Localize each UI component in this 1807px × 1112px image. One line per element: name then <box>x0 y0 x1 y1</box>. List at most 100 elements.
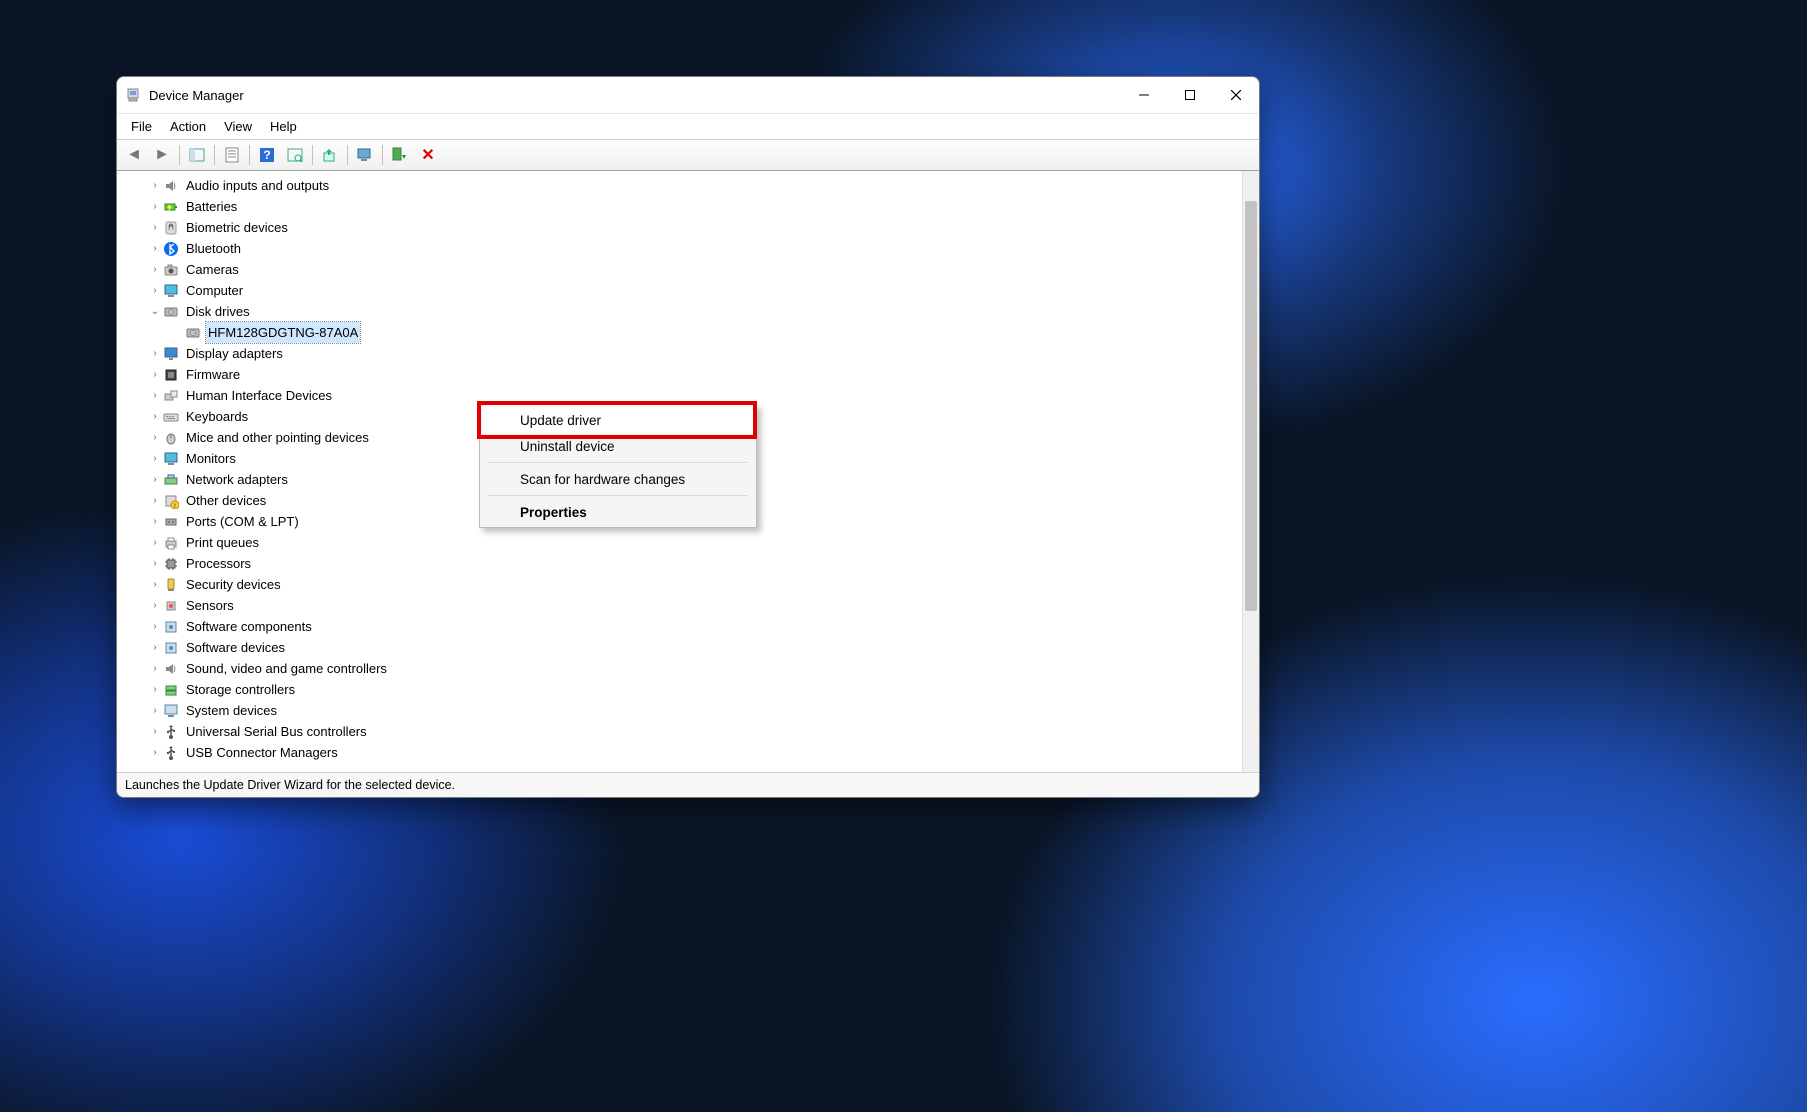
tree-node[interactable]: › Sensors <box>137 595 1242 616</box>
chevron-right-icon[interactable]: › <box>149 427 161 448</box>
chevron-right-icon[interactable]: › <box>149 574 161 595</box>
back-button[interactable]: ◄ <box>121 142 147 168</box>
chevron-right-icon[interactable]: › <box>149 700 161 721</box>
chevron-right-icon[interactable]: › <box>149 616 161 637</box>
tree-node[interactable]: › Biometric devices <box>137 217 1242 238</box>
monitor-enable-icon <box>357 147 373 163</box>
tree-node-label: Bluetooth <box>184 238 243 259</box>
chevron-right-icon[interactable]: › <box>149 175 161 196</box>
chevron-right-icon[interactable]: › <box>149 406 161 427</box>
properties-button[interactable] <box>219 142 245 168</box>
show-hide-tree-button[interactable] <box>184 142 210 168</box>
tree-node[interactable]: ›Security devices <box>137 574 1242 595</box>
close-button[interactable] <box>1213 77 1259 113</box>
tree-node[interactable]: › Audio inputs and outputs <box>137 175 1242 196</box>
chevron-right-icon[interactable]: › <box>149 595 161 616</box>
tree-node[interactable]: ›Firmware <box>137 364 1242 385</box>
disk-icon <box>163 304 179 320</box>
chevron-right-icon[interactable]: › <box>149 637 161 658</box>
disk-icon <box>185 325 201 341</box>
menu-action[interactable]: Action <box>162 117 214 136</box>
chevron-right-icon[interactable]: › <box>149 658 161 679</box>
tree-node-label: Network adapters <box>184 469 290 490</box>
forward-button[interactable]: ► <box>149 142 175 168</box>
tree-node[interactable]: ›Human Interface Devices <box>137 385 1242 406</box>
chevron-right-icon[interactable]: › <box>149 448 161 469</box>
tree-node[interactable]: HFM128GDGTNG-87A0A <box>137 322 1242 343</box>
camera-icon <box>163 262 179 278</box>
x-remove-icon: ✕ <box>421 145 434 165</box>
tree-node[interactable]: ›Sound, video and game controllers <box>137 658 1242 679</box>
tree-node-label: Biometric devices <box>184 217 290 238</box>
scan-button[interactable] <box>282 142 308 168</box>
chevron-right-icon[interactable]: › <box>149 511 161 532</box>
status-text: Launches the Update Driver Wizard for th… <box>125 778 455 792</box>
bluetooth-icon <box>163 241 179 257</box>
chevron-right-icon[interactable]: › <box>149 259 161 280</box>
chevron-right-icon[interactable]: › <box>149 469 161 490</box>
svg-text:?: ? <box>263 148 270 162</box>
title-bar[interactable]: Device Manager <box>117 77 1259 113</box>
chevron-right-icon[interactable]: › <box>149 490 161 511</box>
context-menu-item[interactable]: Properties <box>482 499 754 525</box>
tree-node[interactable]: › Print queues <box>137 532 1242 553</box>
tree-node[interactable]: ›USB Connector Managers <box>137 742 1242 763</box>
tree-node-label: Computer <box>184 280 245 301</box>
system-icon <box>163 703 179 719</box>
tree-node[interactable]: ›Display adapters <box>137 343 1242 364</box>
chevron-right-icon[interactable]: › <box>149 532 161 553</box>
menu-file[interactable]: File <box>123 117 160 136</box>
tree-node[interactable]: › Bluetooth <box>137 238 1242 259</box>
enable-device-button[interactable] <box>352 142 378 168</box>
chevron-right-icon[interactable]: › <box>149 238 161 259</box>
tree-node-label: Cameras <box>184 259 241 280</box>
update-driver-button[interactable] <box>317 142 343 168</box>
window-title: Device Manager <box>149 88 244 103</box>
chevron-right-icon[interactable]: › <box>149 364 161 385</box>
tree-node[interactable]: ›Software devices <box>137 637 1242 658</box>
maximize-button[interactable] <box>1167 77 1213 113</box>
disable-device-button[interactable] <box>387 142 413 168</box>
status-bar: Launches the Update Driver Wizard for th… <box>117 773 1259 797</box>
chevron-right-icon[interactable]: › <box>149 217 161 238</box>
context-menu-item[interactable]: Scan for hardware changes <box>482 466 754 492</box>
tree-node[interactable]: ›Processors <box>137 553 1242 574</box>
other-icon: ! <box>163 493 179 509</box>
device-down-icon <box>392 147 408 163</box>
chevron-right-icon[interactable]: › <box>149 385 161 406</box>
tree-node[interactable]: ›Software components <box>137 616 1242 637</box>
help-button[interactable]: ? <box>254 142 280 168</box>
chevron-right-icon[interactable]: › <box>149 343 161 364</box>
context-menu-item[interactable]: Update driver <box>482 407 754 433</box>
uninstall-device-button[interactable]: ✕ <box>415 142 441 168</box>
tree-node[interactable]: ›System devices <box>137 700 1242 721</box>
tree-node-label: HFM128GDGTNG-87A0A <box>206 322 360 343</box>
scrollbar-thumb[interactable] <box>1245 201 1257 611</box>
chevron-right-icon[interactable]: › <box>149 742 161 763</box>
chevron-right-icon[interactable]: › <box>149 280 161 301</box>
tree-node-label: Batteries <box>184 196 239 217</box>
display-icon <box>163 346 179 362</box>
chevron-right-icon[interactable]: › <box>149 196 161 217</box>
context-menu-item[interactable]: Uninstall device <box>482 433 754 459</box>
arrow-right-icon: ► <box>154 146 170 164</box>
chevron-down-icon[interactable]: ⌄ <box>149 301 161 322</box>
tree-node[interactable]: › Cameras <box>137 259 1242 280</box>
menu-help[interactable]: Help <box>262 117 305 136</box>
chevron-right-icon[interactable]: › <box>149 721 161 742</box>
chevron-right-icon[interactable]: › <box>149 553 161 574</box>
tree-node-label: Keyboards <box>184 406 250 427</box>
tree-node[interactable]: › Computer <box>137 280 1242 301</box>
tree-node-label: Sensors <box>184 595 236 616</box>
minimize-button[interactable] <box>1121 77 1167 113</box>
tree-node-label: Print queues <box>184 532 261 553</box>
tree-node[interactable]: ⌄Disk drives <box>137 301 1242 322</box>
tree-node[interactable]: ›Universal Serial Bus controllers <box>137 721 1242 742</box>
tree-node[interactable]: ›Storage controllers <box>137 679 1242 700</box>
tree-node-label: Audio inputs and outputs <box>184 175 331 196</box>
tree-node[interactable]: › Batteries <box>137 196 1242 217</box>
menu-view[interactable]: View <box>216 117 260 136</box>
chevron-right-icon[interactable]: › <box>149 679 161 700</box>
vertical-scrollbar[interactable] <box>1242 171 1259 772</box>
biometric-icon <box>163 220 179 236</box>
